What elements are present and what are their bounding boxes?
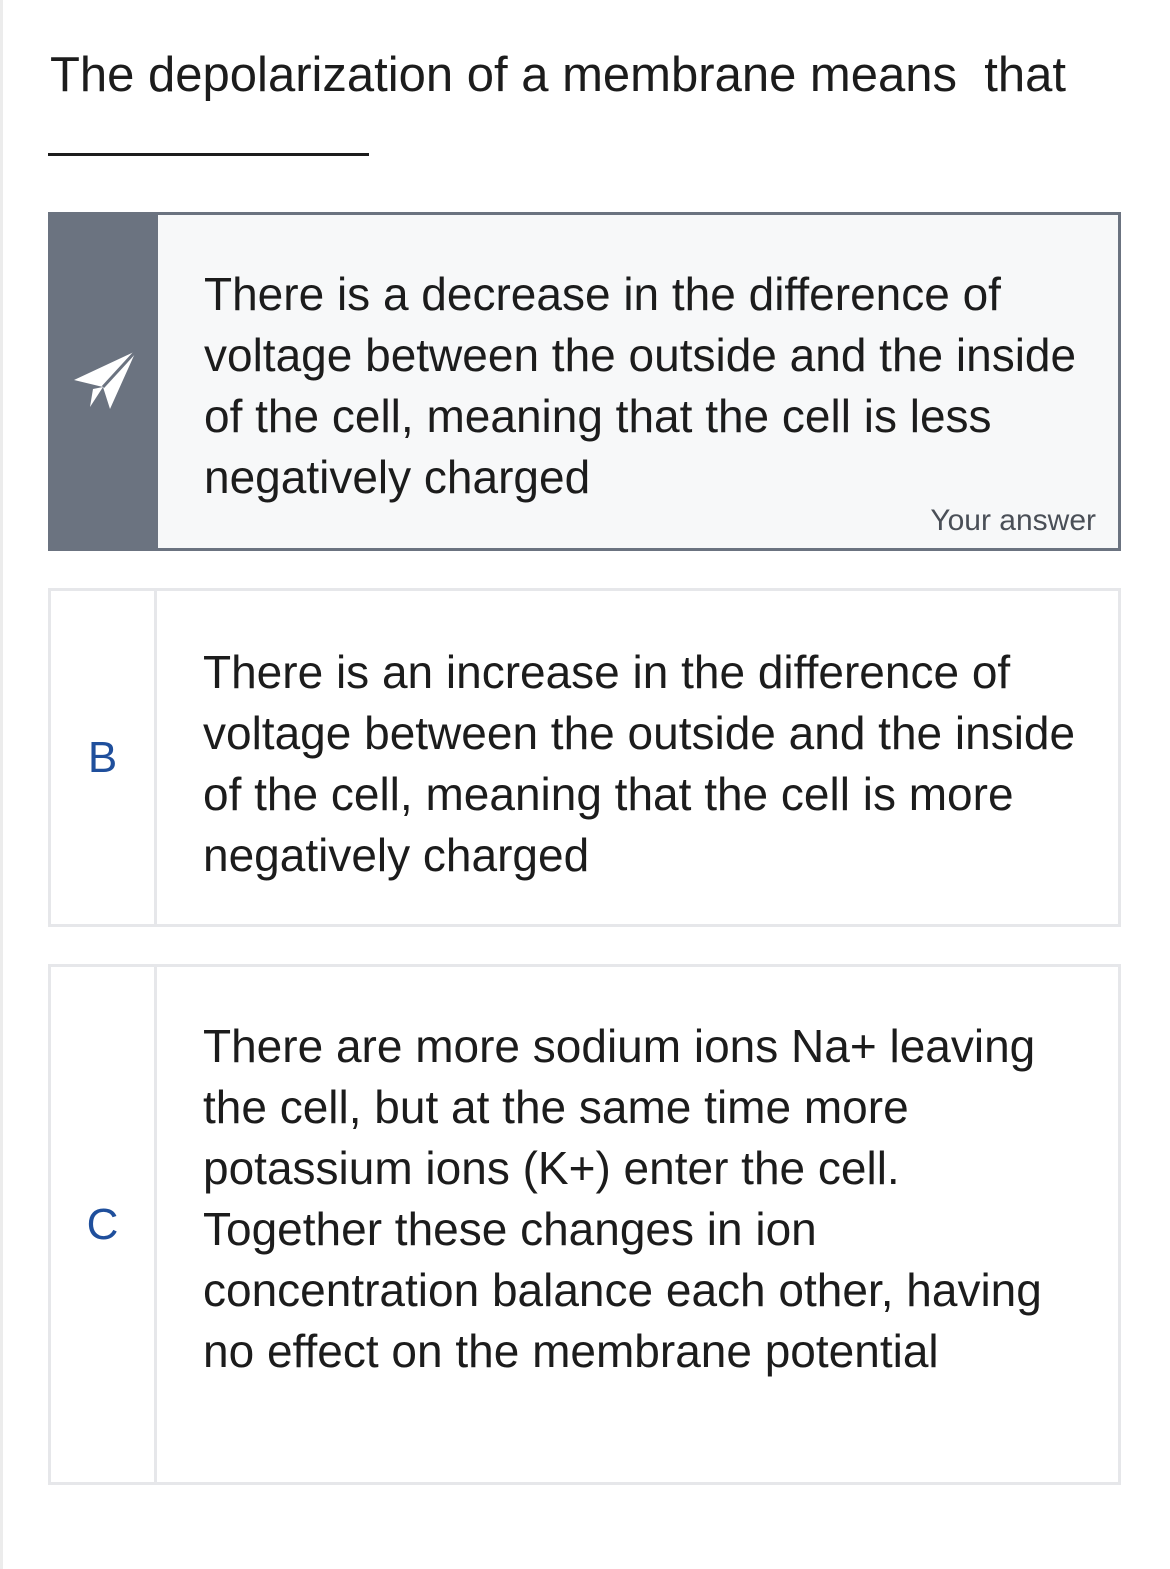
option-b-content: There is an increase in the difference o… [157, 591, 1118, 924]
answer-option-c[interactable]: C There are more sodium ions Na+ leaving… [48, 964, 1121, 1485]
answer-option-a[interactable]: There is a decrease in the difference of… [48, 212, 1121, 551]
answer-blank-line [48, 153, 369, 156]
paper-plane-icon [73, 349, 137, 409]
option-c-text: There are more sodium ions Na+ leaving t… [203, 1020, 1042, 1377]
option-a-content: There is a decrease in the difference of… [158, 215, 1118, 548]
page-edge [0, 0, 3, 1569]
option-a-marker [51, 215, 158, 548]
question-text: The depolarization of a membrane means t… [50, 48, 1066, 102]
your-answer-label: Your answer [930, 504, 1096, 537]
option-c-content: There are more sodium ions Na+ leaving t… [157, 967, 1118, 1482]
answer-option-b[interactable]: B There is an increase in the difference… [48, 588, 1121, 927]
option-a-text: There is a decrease in the difference of… [204, 268, 1077, 503]
option-b-text: There is an increase in the difference o… [203, 646, 1076, 881]
option-b-marker: B [51, 591, 157, 924]
option-c-marker: C [51, 967, 157, 1482]
